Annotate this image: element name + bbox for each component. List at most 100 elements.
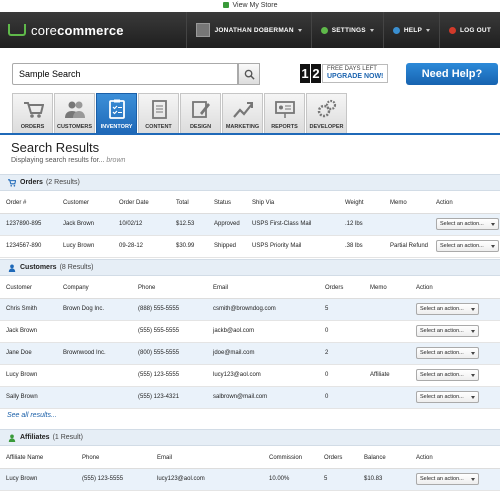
logo[interactable]: core commerce — [8, 23, 124, 38]
table-row: Sally Brown (555) 123-4321 salbrown@mail.c… — [0, 386, 500, 409]
table-cell: USPS Priority Mail — [246, 235, 339, 258]
settings-menu[interactable]: SETTINGS — [310, 12, 383, 48]
table-cell: (555) 123-4321 — [132, 386, 207, 409]
table-cell: (888) 555-5555 — [132, 298, 207, 321]
column-header: Weight — [339, 193, 384, 214]
table-cell: Jane Doe — [0, 342, 57, 365]
people-icon — [64, 101, 85, 118]
tab-orders[interactable]: ORDERS — [12, 93, 53, 133]
search-query: brown — [106, 157, 126, 164]
upgrade-link[interactable]: UPGRADE NOW! — [327, 73, 383, 80]
action-cell: Select an action... — [410, 298, 500, 321]
table-row: 1234567-890 Lucy Brown 09-28-12 $30.99 Shipp… — [0, 235, 500, 258]
app-header: core commerce JONATHAN DOBERMAN SETTINGS … — [0, 12, 500, 48]
column-header: Action — [410, 278, 500, 299]
table-cell: Brownwood Inc. — [57, 342, 132, 365]
search-button[interactable] — [238, 63, 260, 85]
tab-reports[interactable]: REPORTS — [264, 93, 305, 133]
column-header: Phone — [132, 278, 207, 299]
main-tabs: ORDERS CUSTOMERS INVENTORY CONTENT DESIGN MAR… — [12, 93, 348, 133]
table-cell: 0 — [319, 364, 364, 387]
column-header: Phone — [76, 448, 151, 469]
view-store-link[interactable]: View My Store — [233, 2, 278, 9]
action-select[interactable]: Select an action... — [416, 473, 479, 485]
table-cell — [57, 364, 132, 387]
table-cell: Approved — [208, 213, 246, 236]
column-header: Ship Via — [246, 193, 339, 214]
table-cell: (800) 555-5555 — [132, 342, 207, 365]
chevron-down-icon — [297, 28, 302, 32]
tab-design[interactable]: DESIGN — [180, 93, 221, 133]
tab-customers[interactable]: CUSTOMERS — [54, 93, 95, 133]
action-select[interactable]: Select an action... — [436, 218, 499, 230]
action-select[interactable]: Select an action... — [416, 347, 479, 359]
action-cell: Select an action... — [410, 342, 500, 365]
action-select[interactable]: Select an action... — [416, 303, 479, 315]
table-cell: jackb@aol.com — [207, 320, 319, 343]
user-menu[interactable]: JONATHAN DOBERMAN — [185, 12, 311, 48]
table-cell: .12 lbs — [339, 213, 384, 236]
action-cell: Select an action... — [410, 320, 500, 343]
table-cell: USPS First-Class Mail — [246, 213, 339, 236]
trial-banner[interactable]: 1 2 FREE DAYS LEFT UPGRADE NOW! — [300, 64, 389, 83]
table-cell: 0 — [319, 320, 364, 343]
table-cell: 10.00% — [263, 468, 318, 491]
avatar — [195, 23, 210, 37]
customers-count: (8 Results) — [59, 264, 94, 271]
table-header: Affiliate Name Phone Email Commission Orders… — [0, 448, 500, 469]
action-select[interactable]: Select an action... — [436, 240, 499, 252]
table-cell: lucy123@aol.com — [207, 364, 319, 387]
logo-commerce: commerce — [57, 22, 124, 38]
column-header: Memo — [384, 193, 430, 214]
table-cell: 5 — [318, 468, 358, 491]
search-input[interactable] — [12, 63, 238, 85]
design-icon — [191, 101, 210, 118]
table-cell: 1234567-890 — [0, 235, 57, 258]
tab-marketing[interactable]: MARKETING — [222, 93, 263, 133]
table-cell: Lucy Brown — [57, 235, 113, 258]
table-cell — [384, 213, 430, 236]
action-select[interactable]: Select an action... — [416, 325, 479, 337]
see-all-results-link[interactable]: See all results... — [7, 412, 57, 419]
table-row: Chris Smith Brown Dog Inc. (888) 555-5555 c… — [0, 298, 500, 321]
column-header: Email — [151, 448, 263, 469]
chevron-down-icon — [369, 28, 374, 32]
cart-logo-icon — [8, 24, 26, 36]
table-cell: jdoe@mail.com — [207, 342, 319, 365]
orders-section-header: Orders (2 Results) — [0, 174, 500, 191]
column-header: Order Date — [113, 193, 170, 214]
need-help-button[interactable]: Need Help? — [406, 63, 498, 85]
gear-icon — [320, 26, 328, 34]
table-cell: 10/02/12 — [113, 213, 170, 236]
table-row: Lucy Brown (555) 123-5555 lucy123@aol.com 0… — [0, 364, 500, 387]
action-select[interactable]: Select an action... — [416, 391, 479, 403]
action-select[interactable]: Select an action... — [416, 369, 479, 381]
clipboard-icon — [108, 99, 125, 119]
cart-icon — [8, 178, 16, 187]
tab-developer[interactable]: DEVELOPER — [306, 93, 347, 133]
table-cell: 0 — [319, 386, 364, 409]
column-header: Action — [430, 193, 500, 214]
action-cell: Select an action... — [410, 364, 500, 387]
table-cell: Shipped — [208, 235, 246, 258]
table-cell — [364, 342, 410, 365]
customers-title: Customers — [20, 264, 57, 271]
tab-inventory[interactable]: INVENTORY — [96, 93, 137, 133]
table-cell: $30.99 — [170, 235, 208, 258]
affiliate-icon — [8, 434, 16, 442]
column-header: Affiliate Name — [0, 448, 76, 469]
store-icon — [222, 2, 229, 8]
column-header: Orders — [318, 448, 358, 469]
logout-button[interactable]: LOG OUT — [438, 12, 500, 48]
tab-label: CUSTOMERS — [56, 124, 93, 130]
view-store-bar[interactable]: View My Store — [0, 0, 500, 12]
action-cell: Select an action... — [410, 468, 500, 491]
tab-content[interactable]: CONTENT — [138, 93, 179, 133]
help-menu[interactable]: HELP — [382, 12, 439, 48]
tab-label: ORDERS — [20, 124, 45, 130]
affiliates-title: Affiliates — [20, 434, 50, 441]
table-cell: .38 lbs — [339, 235, 384, 258]
table-cell — [364, 320, 410, 343]
table-cell — [57, 386, 132, 409]
table-cell: Brown Dog Inc. — [57, 298, 132, 321]
